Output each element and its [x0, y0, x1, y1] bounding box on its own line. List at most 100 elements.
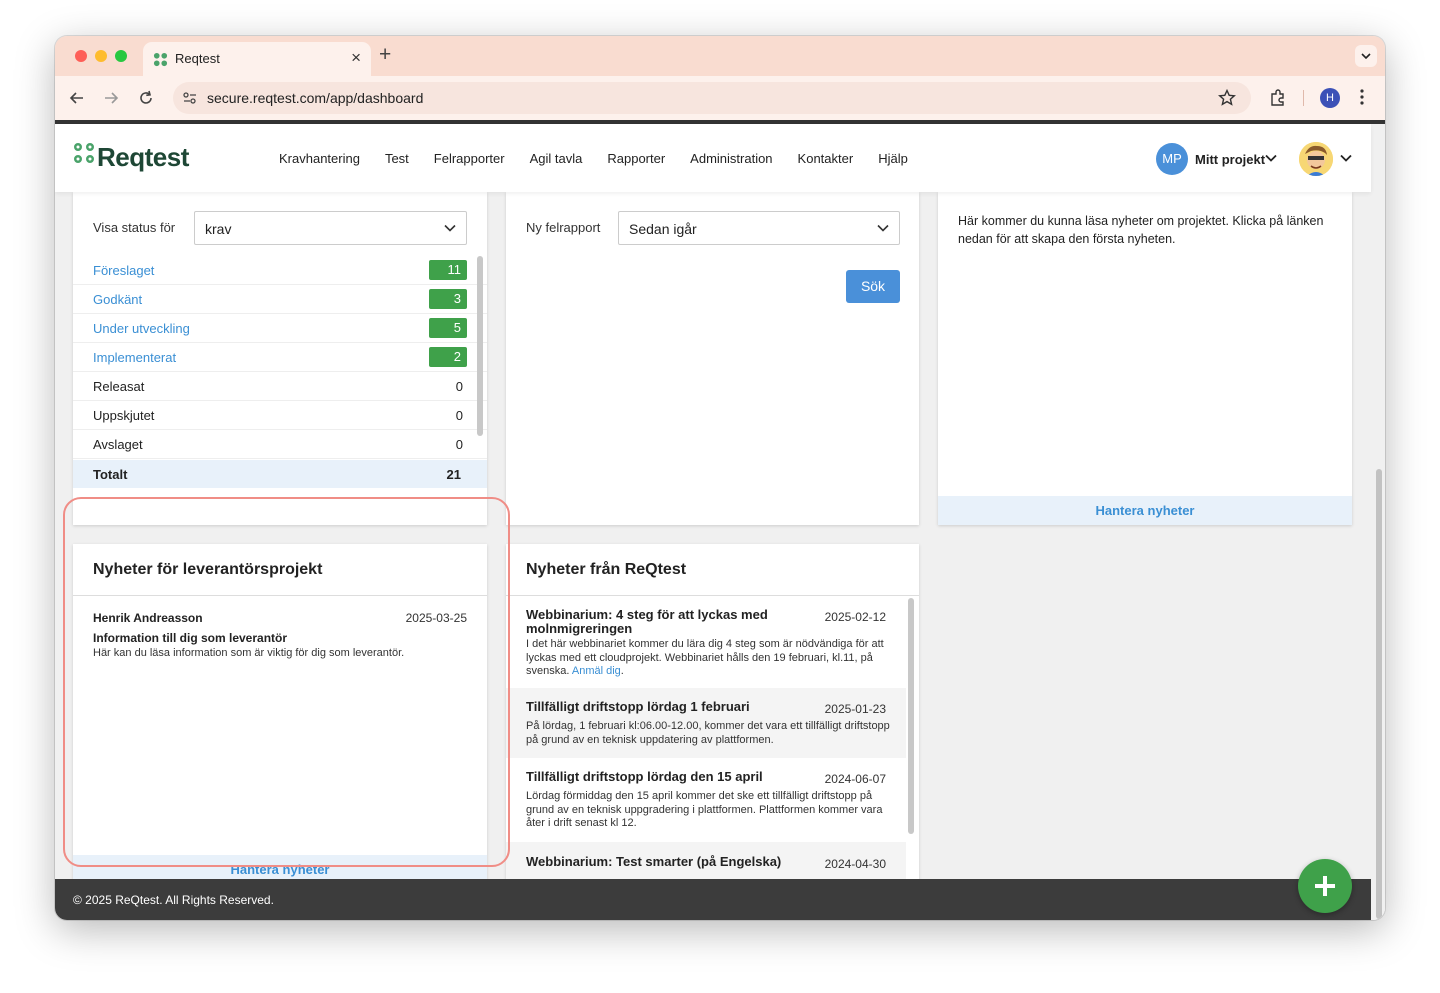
status-label[interactable]: Under utveckling	[93, 321, 190, 336]
tab-search-button[interactable]	[1355, 45, 1377, 67]
nav-kontakter[interactable]: Kontakter	[798, 151, 854, 166]
logo-text[interactable]: Reqtest	[97, 142, 189, 173]
status-count: 0	[455, 379, 463, 394]
manage-project-news-link[interactable]: Hantera nyheter	[938, 496, 1352, 525]
chevron-down-icon	[444, 224, 456, 232]
tab-strip: Reqtest × +	[55, 36, 1385, 76]
page-scrollbar-thumb[interactable]	[1376, 469, 1382, 919]
news-item-title[interactable]: Webbinarium: Test smarter (på Engelska)	[526, 855, 781, 869]
chevron-down-icon[interactable]	[1265, 154, 1277, 162]
user-avatar-icon	[1299, 142, 1333, 176]
project-avatar[interactable]: MP	[1156, 143, 1188, 175]
status-row-implementerat[interactable]: Implementerat 2	[73, 343, 487, 372]
supplier-news-card: Nyheter för leverantörsprojekt Henrik An…	[73, 544, 487, 884]
tab-title: Reqtest	[175, 51, 220, 66]
nav-agil-tavla[interactable]: Agil tavla	[530, 151, 583, 166]
news-body-tail: .	[620, 665, 624, 677]
status-row-uppskjutet: Uppskjutet 0	[73, 401, 487, 430]
supplier-news-title: Nyheter för leverantörsprojekt	[93, 561, 323, 578]
news-item-title[interactable]: Tillfälligt driftstopp lördag den 15 apr…	[526, 770, 763, 784]
nav-test[interactable]: Test	[385, 151, 409, 166]
nav-felrapporter[interactable]: Felrapporter	[434, 151, 505, 166]
news-item-body: I det här webbinariet kommer du lära dig…	[526, 638, 890, 679]
status-label[interactable]: Föreslaget	[93, 263, 154, 278]
kebab-menu-icon[interactable]	[1359, 87, 1365, 107]
nav-kravhantering[interactable]: Kravhantering	[279, 151, 360, 166]
news-author: Henrik Andreasson	[93, 611, 203, 625]
status-row-avslaget: Avslaget 0	[73, 430, 487, 459]
total-value: 21	[446, 467, 461, 482]
bug-period-select[interactable]: Sedan igår	[618, 211, 900, 245]
chevron-down-icon	[1361, 53, 1371, 59]
project-selector[interactable]: Mitt projekt	[1195, 152, 1265, 167]
chevron-down-icon[interactable]	[1340, 154, 1352, 162]
reqtest-favicon-icon	[153, 52, 168, 67]
status-filter-label: Visa status för	[93, 220, 176, 235]
news-item-title[interactable]: Tillfälligt driftstopp lördag 1 februari	[526, 700, 750, 714]
browser-window: Reqtest × + secure.reqtest.com/app/dashb…	[55, 36, 1385, 920]
nav-rapporter[interactable]: Rapporter	[607, 151, 665, 166]
status-label[interactable]: Godkänt	[93, 292, 142, 307]
reload-icon[interactable]	[136, 88, 156, 108]
app-viewport: Reqtest Kravhantering Test Felrapporter …	[55, 120, 1385, 920]
status-list-scrollbar[interactable]	[477, 256, 483, 436]
status-count-badge: 5	[429, 318, 467, 338]
news-item-title[interactable]: Webbinarium: 4 steg för att lyckas med m…	[526, 608, 776, 636]
extensions-icon[interactable]	[1268, 88, 1288, 108]
profile-avatar[interactable]: H	[1320, 88, 1340, 108]
reqtest-logo-icon[interactable]	[73, 142, 95, 164]
news-item-title: Information till dig som leverantör	[93, 631, 288, 645]
nav-administration[interactable]: Administration	[690, 151, 772, 166]
news-item-date: 2024-06-07	[824, 772, 886, 786]
address-bar[interactable]: secure.reqtest.com/app/dashboard	[173, 82, 1251, 114]
status-count: 0	[455, 408, 463, 423]
status-row-under-utveckling[interactable]: Under utveckling 5	[73, 314, 487, 343]
news-item[interactable]: Webbinarium: 4 steg för att lyckas med m…	[506, 596, 906, 688]
project-news-text: Här kommer du kunna läsa nyheter om proj…	[958, 214, 1324, 246]
forward-icon[interactable]	[101, 88, 121, 108]
status-label: Releasat	[93, 379, 145, 394]
nav-hjalp[interactable]: Hjälp	[878, 151, 908, 166]
status-card: Visa status för krav Föreslaget 11 Godkä…	[73, 192, 487, 525]
site-settings-icon[interactable]	[181, 89, 199, 107]
reqtest-news-card: Nyheter från ReQtest Webbinarium: 4 steg…	[506, 544, 919, 884]
status-row-godkant[interactable]: Godkänt 3	[73, 285, 487, 314]
status-label: Uppskjutet	[93, 408, 155, 423]
bookmark-star-icon[interactable]	[1217, 88, 1237, 108]
news-item-body: Lördag förmiddag den 15 april kommer det…	[526, 790, 883, 829]
page-scrollbar[interactable]	[1373, 124, 1385, 920]
status-row-releasat: Releasat 0	[73, 372, 487, 401]
minimize-window-button[interactable]	[95, 50, 107, 62]
new-tab-button[interactable]: +	[379, 43, 391, 67]
status-row-foreslaget[interactable]: Föreslaget 11	[73, 256, 487, 285]
maximize-window-button[interactable]	[115, 50, 127, 62]
news-item[interactable]: Tillfälligt driftstopp lördag den 15 apr…	[506, 758, 906, 842]
user-avatar[interactable]	[1299, 142, 1333, 176]
reqtest-news-title: Nyheter från ReQtest	[526, 561, 687, 578]
page-footer: © 2025 ReQtest. All Rights Reserved.	[55, 879, 1371, 920]
project-news-card: Här kommer du kunna läsa nyheter om proj…	[938, 192, 1352, 525]
plus-icon	[1315, 876, 1335, 896]
status-type-value: krav	[205, 221, 232, 237]
status-total-row: Totalt 21	[73, 460, 487, 488]
news-list-scrollbar[interactable]	[908, 598, 914, 834]
status-count-badge: 11	[429, 260, 467, 280]
close-window-button[interactable]	[75, 50, 87, 62]
register-link[interactable]: Anmäl dig	[572, 665, 621, 677]
app-header: Reqtest Kravhantering Test Felrapporter …	[55, 124, 1371, 192]
news-item[interactable]: Webbinarium: Test smarter (på Engelska) …	[506, 842, 906, 884]
toolbar-divider	[1303, 90, 1304, 106]
divider	[73, 595, 487, 596]
back-icon[interactable]	[67, 88, 87, 108]
status-label[interactable]: Implementerat	[93, 350, 176, 365]
status-type-select[interactable]: krav	[194, 211, 467, 245]
add-button[interactable]	[1298, 859, 1352, 913]
search-button[interactable]: Sök	[846, 270, 900, 303]
news-item-date: 2025-02-12	[824, 610, 886, 624]
news-item[interactable]: Tillfälligt driftstopp lördag 1 februari…	[506, 688, 906, 758]
browser-tab[interactable]: Reqtest ×	[143, 42, 371, 76]
browser-toolbar: secure.reqtest.com/app/dashboard H	[55, 76, 1385, 120]
bug-period-value: Sedan igår	[629, 221, 697, 237]
tab-close-icon[interactable]: ×	[351, 48, 361, 68]
news-date: 2025-03-25	[405, 611, 467, 625]
